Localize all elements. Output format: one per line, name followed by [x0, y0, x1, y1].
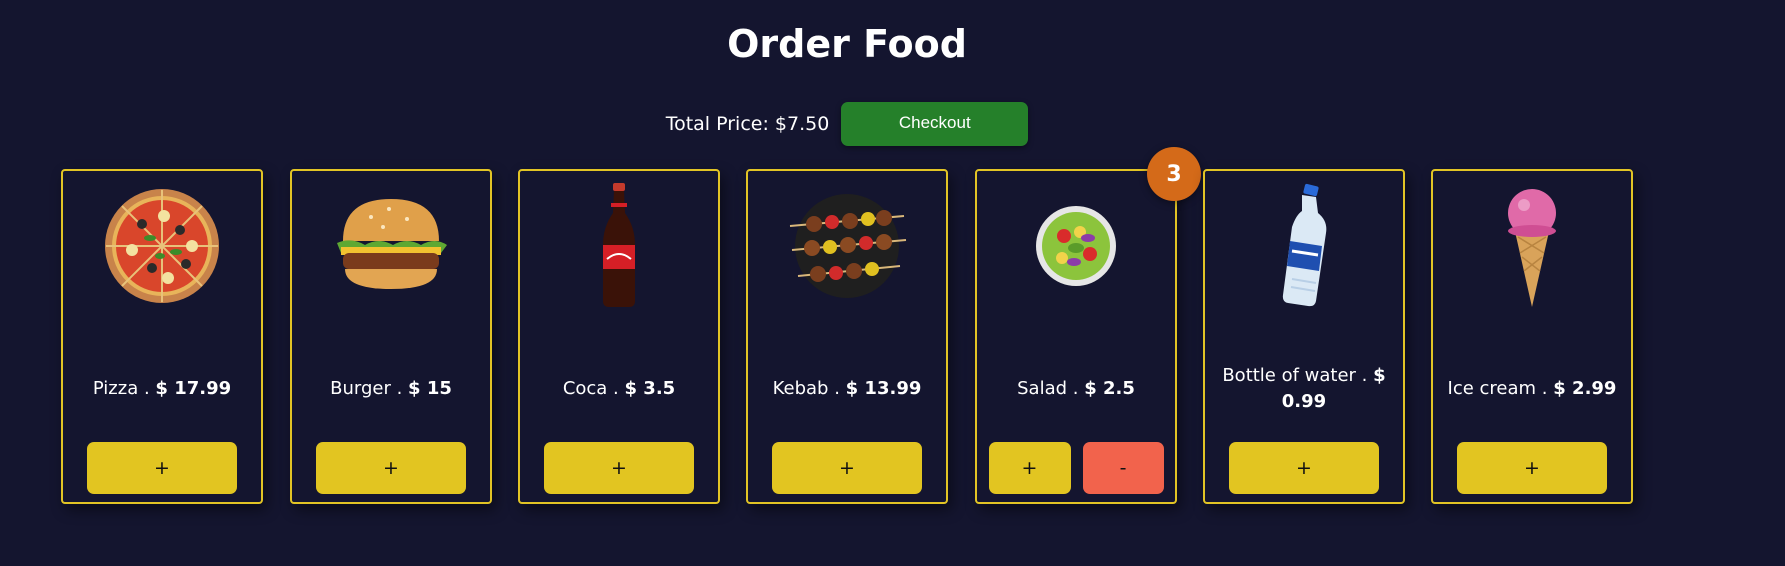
menu-item-salad: 3 Salad . $ 2.5 + -	[975, 147, 1201, 504]
checkout-button[interactable]: Checkout	[841, 102, 1029, 146]
menu-item-pizza: Pizza . $ 17.99 +	[61, 169, 263, 504]
item-label: Salad . $ 2.5	[985, 361, 1167, 417]
item-label: Ice cream . $ 2.99	[1441, 361, 1623, 417]
add-coca-button[interactable]: +	[544, 442, 694, 494]
item-label: Pizza . $ 17.99	[71, 361, 253, 417]
item-actions: +	[292, 442, 490, 494]
remove-salad-button[interactable]: -	[1082, 442, 1164, 494]
cola-bottle-icon	[520, 181, 718, 311]
ice-cream-icon	[1433, 181, 1631, 311]
item-actions: +	[63, 442, 261, 494]
item-actions: +	[520, 442, 718, 494]
salad-icon	[977, 181, 1175, 311]
item-name: Salad .	[1017, 378, 1085, 399]
add-salad-button[interactable]: +	[988, 442, 1071, 494]
item-price: $ 13.99	[845, 378, 922, 399]
pizza-icon	[63, 181, 261, 311]
item-label: Coca . $ 3.5	[528, 361, 710, 417]
add-ice-cream-button[interactable]: +	[1457, 442, 1607, 494]
item-name: Bottle of water .	[1222, 365, 1374, 386]
item-actions: +	[748, 442, 946, 494]
add-pizza-button[interactable]: +	[87, 442, 237, 494]
menu-item-ice-cream: Ice cream . $ 2.99 +	[1431, 169, 1633, 504]
item-name: Ice cream .	[1447, 378, 1554, 399]
order-summary: Total Price: $7.50 Checkout	[0, 101, 1694, 147]
item-price: $ 3.5	[624, 378, 676, 399]
page-title: Order Food	[727, 22, 967, 66]
menu-item-coca: Coca . $ 3.5 +	[518, 169, 720, 504]
menu-item-burger: Burger . $ 15 +	[290, 169, 492, 504]
menu-item-bottle-of-water: Bottle of water . $ 0.99 +	[1203, 169, 1405, 504]
item-name: Burger .	[330, 378, 409, 399]
add-kebab-button[interactable]: +	[772, 442, 922, 494]
menu-item-kebab: Kebab . $ 13.99 +	[746, 169, 948, 504]
item-label: Burger . $ 15	[300, 361, 482, 417]
water-bottle-icon	[1205, 181, 1403, 311]
item-price: $ 17.99	[155, 378, 232, 399]
item-name: Kebab .	[772, 378, 846, 399]
item-price: $ 2.5	[1084, 378, 1135, 399]
item-price: $ 15	[408, 378, 452, 399]
burger-icon	[292, 181, 490, 311]
item-actions: + -	[977, 442, 1175, 494]
add-bottle-of-water-button[interactable]: +	[1229, 442, 1379, 494]
item-label: Kebab . $ 13.99	[756, 361, 938, 417]
item-actions: +	[1205, 442, 1403, 494]
total-price: Total Price: $7.50	[665, 113, 830, 135]
item-price: $ 2.99	[1553, 378, 1617, 399]
item-name: Coca .	[562, 378, 625, 399]
item-name: Pizza .	[92, 378, 156, 399]
order-food-page: Order Food Total Price: $7.50 Checkout P…	[0, 0, 1785, 566]
item-actions: +	[1433, 442, 1631, 494]
kebab-icon	[748, 181, 946, 311]
add-burger-button[interactable]: +	[316, 442, 466, 494]
item-label: Bottle of water . $ 0.99	[1213, 361, 1395, 417]
